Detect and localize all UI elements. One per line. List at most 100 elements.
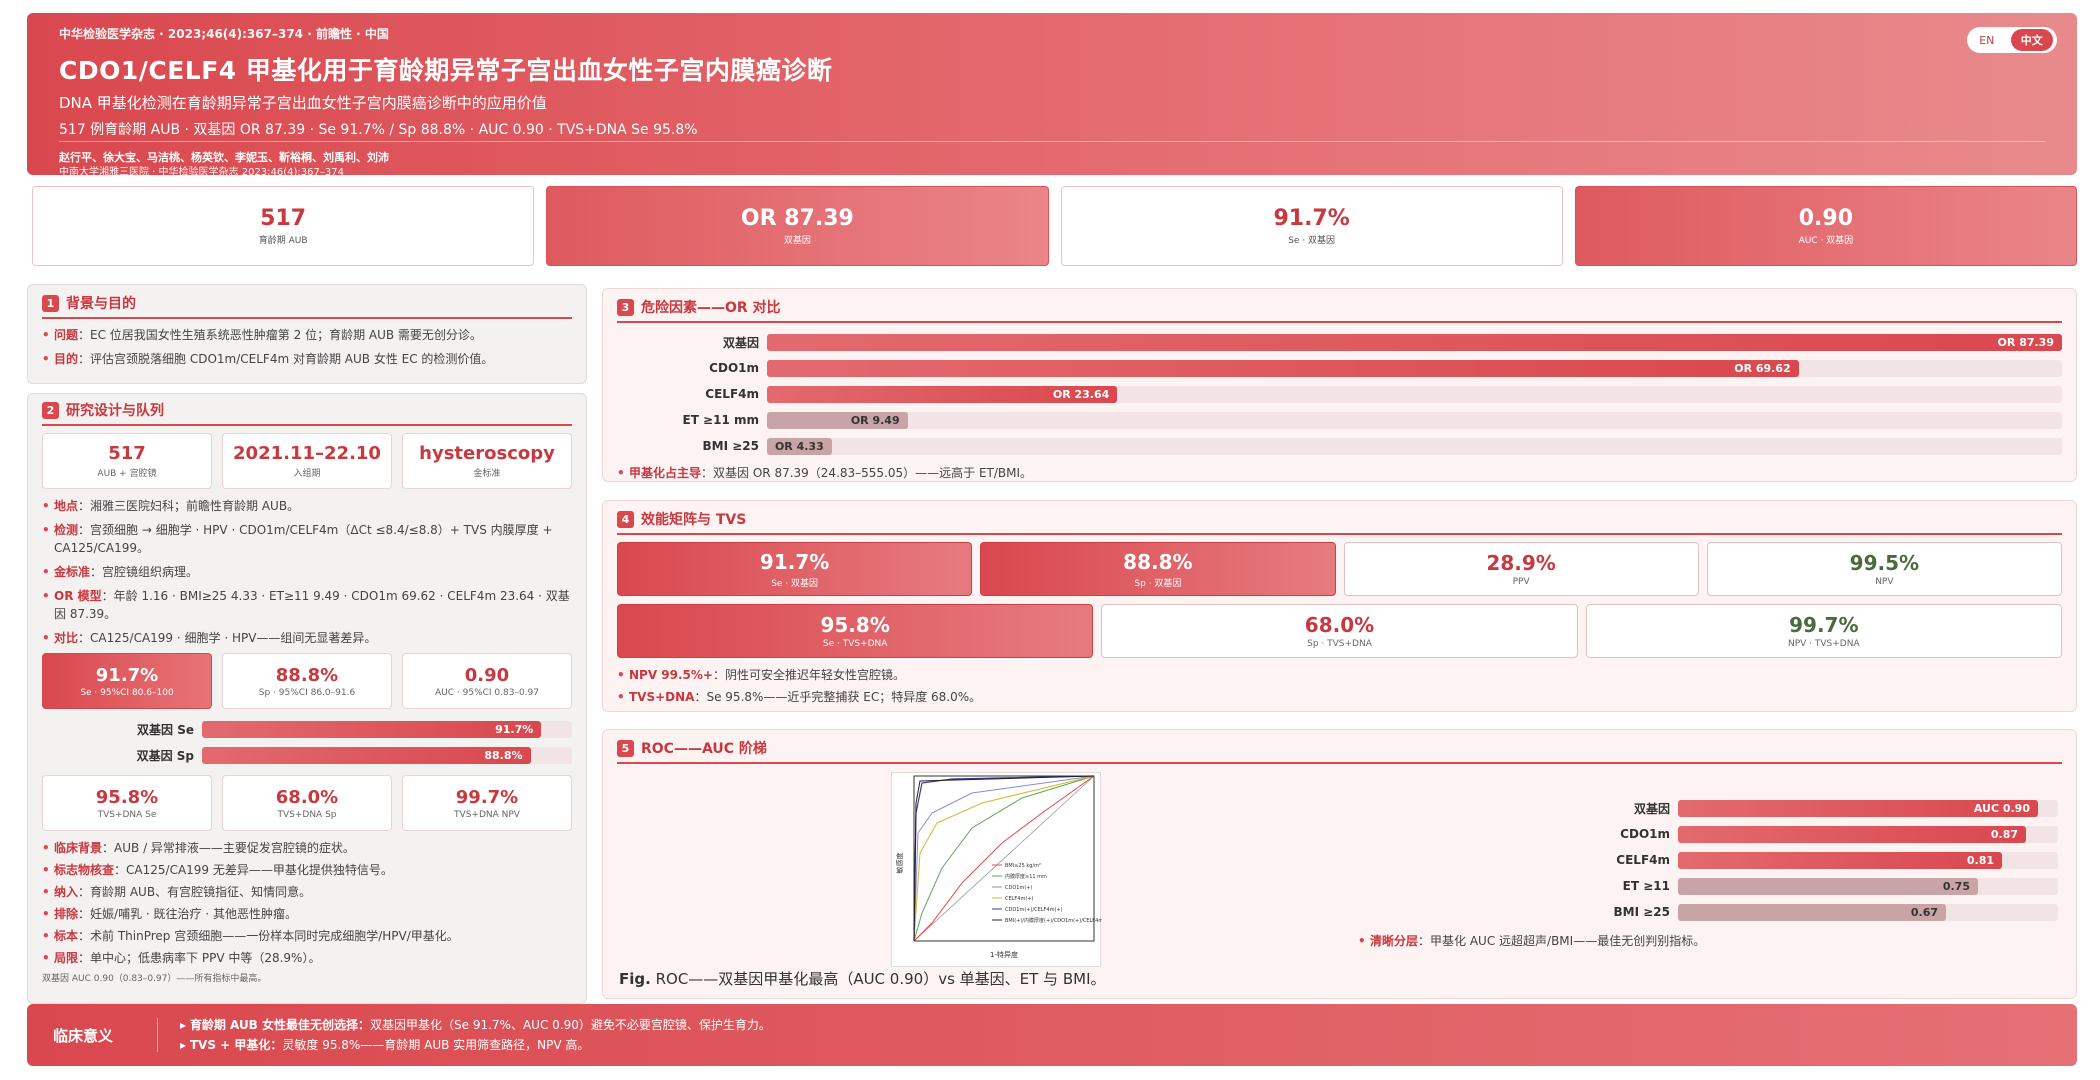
affiliation: 中南大学湘雅三医院 · 中华检验医学杂志 2023;46(4):367–374 [59,167,344,175]
card-label: Sp · 双基因 [1134,578,1182,589]
bullet-text: CA125/CA199 无差异——甲基化提供独特信号。 [126,863,393,877]
bullet: 甲基化占主导：双基因 OR 87.39（24.83–555.05）——远高于 E… [617,464,2062,482]
matrix-card: 28.9% PPV [1343,542,1699,596]
bullet-text: 术前 ThinPrep 宫颈细胞——一份样本同时完成细胞学/HPV/甲基化。 [90,929,459,943]
legend-entry: CDO1m(+) [1005,885,1032,891]
section-number: 1 [42,294,59,312]
card-value: 0.90 [464,664,510,686]
auc-chart: 双基因 AUC 0.90 CDO1m 0.87 CELF4m 0.81 ET ≥11 0.75… [1518,796,2058,924]
card-label: TVS+DNA Sp [277,809,337,820]
bullet-key: NPV 99.5%+ [629,668,713,682]
section-title: 1 背景与目的 [42,293,572,319]
bullet-text: AUB / 异常排液——主要促发宫腔镜的症状。 [114,841,355,855]
bar-fill: 0.81 [1678,851,2002,869]
bar-track: OR 23.64 [767,385,2062,403]
bullet: 标本：术前 ThinPrep 宫颈细胞——一份样本同时完成细胞学/HPV/甲基化… [42,927,572,945]
page-title: CDO1/CELF4 甲基化用于育龄期异常子宫出血女性子宫内膜癌诊断 [59,56,833,85]
bar-fill: OR 23.64 [767,385,1118,403]
kpi-value: 0.90 [1798,206,1854,231]
bullet-key: 局限 [54,951,79,965]
section-background: 1 背景与目的 问题：EC 位居我国女性生殖系统恶性肿瘤第 2 位；育龄期 AUB… [27,284,587,384]
bar-fill: 91.7% [202,720,542,738]
bullet-key: 问题 [54,328,79,342]
summary-line: 517 例育龄期 AUB · 双基因 OR 87.39 · Se 91.7% /… [59,122,698,138]
card-label: NPV [1875,577,1894,587]
card-label: Sp · 95%CI 86.0–91.6 [258,687,356,698]
bar-row: CDO1m OR 69.62 [617,356,2062,380]
section-title-text: 效能矩阵与 TVS [641,512,747,528]
language-toggle[interactable]: EN 中文 [1967,27,2057,53]
bullet-key: 目的 [54,352,79,366]
card-value: 28.9% [1486,551,1556,575]
bar-label: 双基因 [722,335,759,350]
footer-title: 临床意义 [53,1026,114,1045]
bar-fill: 0.75 [1678,877,1978,895]
section-title-text: 背景与目的 [66,296,136,312]
legend-entry: 内膜厚度≥11 mm [1005,873,1047,880]
card-value: 88.8% [275,664,339,686]
bar-row: CDO1m 0.87 [1518,822,2058,846]
figure-caption: Fig. ROC——双基因甲基化最高（AUC 0.90）vs 单基因、ET 与 … [619,968,1106,989]
section-title: 2 研究设计与队列 [42,400,572,426]
footer-key: 育龄期 AUB 女性最佳无创选择： [189,1018,371,1032]
kpi-label: Se · 双基因 [1288,236,1336,246]
section-design: 2 研究设计与队列 517 AUB + 宫腔镜 2021.11–22.10 入组期 h… [27,393,587,1004]
bar-label: ET ≥11 mm [682,413,760,427]
bullet-key: 检测 [54,523,79,537]
card-value: 88.8% [1123,549,1193,574]
bullet: 目的：评估宫颈脱落细胞 CDO1m/CELF4m 对育龄期 AUB 女性 EC … [42,350,572,368]
section-number: 5 [617,739,634,757]
card-value: 95.8% [95,786,159,808]
matrix-card: 99.7% NPV · TVS+DNA [1585,604,2062,658]
kpi-card: 0.90 AUC · 双基因 [1574,186,2077,266]
auc-panel: 双基因 AUC 0.90 CDO1m 0.87 CELF4m 0.81 ET ≥11 0.75… [1358,796,2058,956]
bullet-key: 纳入 [54,885,79,899]
bar-row: BMI ≥25 OR 4.33 [617,434,2062,458]
bullet: 问题：EC 位居我国女性生殖系统恶性肿瘤第 2 位；育龄期 AUB 需要无创分诊… [42,326,572,344]
card-value: 2021.11–22.10 [233,443,381,464]
card-value: 91.7% [759,549,830,574]
footer-banner: 临床意义 ▸ 育龄期 AUB 女性最佳无创选择：双基因甲基化（Se 91.7%、… [27,1004,2077,1066]
card-value: 68.0% [275,786,339,808]
bullet: 局限：单中心；低患病率下 PPV 中等（28.9%）。 [42,949,572,967]
footer-line: ▸ TVS + 甲基化：灵敏度 95.8%——育龄期 AUB 实用筛查路径，NP… [180,1038,590,1052]
card-value: 517 [108,443,146,464]
bullet-key: 对比 [54,631,79,645]
bar-row: 双基因 AUC 0.90 [1518,796,2058,820]
header-divider [59,141,2045,142]
bar-track: 91.7% [202,720,572,738]
lang-zh-button[interactable]: 中文 [2010,29,2053,51]
bullet-text: 年龄 1.16 · BMI≥25 4.33 · ET≥11 9.49 · CDO… [54,589,570,621]
bullet: 对比：CA125/CA199 · 细胞学 · HPV——组间无显著差异。 [42,629,572,647]
footer-divider [157,1018,158,1052]
footer-text: 双基因甲基化（Se 91.7%、AUC 0.90）避免不必要宫腔镜、保护生育力。 [370,1018,771,1032]
bullet-key: 标本 [54,929,79,943]
lang-en-button[interactable]: EN [1971,31,2002,50]
bullet: 排除：妊娠/哺乳 · 既往治疗 · 其他恶性肿瘤。 [42,905,572,923]
section-title-text: ROC——AUC 阶梯 [641,741,767,757]
card-label: NPV · TVS+DNA [1788,639,1860,649]
roc-figure: BMI≥25 kg/m² 内膜厚度≥11 mm CDO1m(+) CELF4m(+) C… [891,772,1111,967]
matrix-card: 88.8% Sp · 双基因 [980,542,1336,596]
bullet-text: EC 位居我国女性生殖系统恶性肿瘤第 2 位；育龄期 AUB 需要无创分诊。 [90,328,482,342]
card-value: 99.7% [455,786,519,808]
legend-entry: CELF4m(+) [1005,896,1034,902]
or-chart: 双基因 OR 87.39 CDO1m OR 69.62 CELF4m OR 23.64 ET… [617,330,2062,458]
kpi-label: AUC · 双基因 [1798,236,1854,246]
bar-track: 0.87 [1678,825,2058,843]
bullet-text: 单中心；低患病率下 PPV 中等（28.9%）。 [90,951,321,965]
card-label: 入组期 [293,469,321,479]
card-label: PPV [1512,577,1530,587]
card-label: TVS+DNA NPV [454,809,520,820]
figure-caption-text: ROC——双基因甲基化最高（AUC 0.90）vs 单基因、ET 与 BMI。 [655,970,1106,988]
footnote: 双基因 AUC 0.90（0.83–0.97）——所有指标中最高。 [42,974,267,984]
bar-label: BMI ≥25 [1613,905,1670,919]
bar-track: 0.67 [1678,903,2058,921]
bullet: TVS+DNA：Se 95.8%——近乎完整捕获 EC；特异度 68.0%。 [617,688,2062,706]
bar-fill: 0.67 [1678,903,1946,921]
bar-track: 0.75 [1678,877,2058,895]
bar-label: CELF4m [1616,853,1670,867]
bar-track: OR 69.62 [767,359,2062,377]
bar-row: 双基因 OR 87.39 [617,330,2062,354]
card-label: 金标准 [473,469,501,479]
